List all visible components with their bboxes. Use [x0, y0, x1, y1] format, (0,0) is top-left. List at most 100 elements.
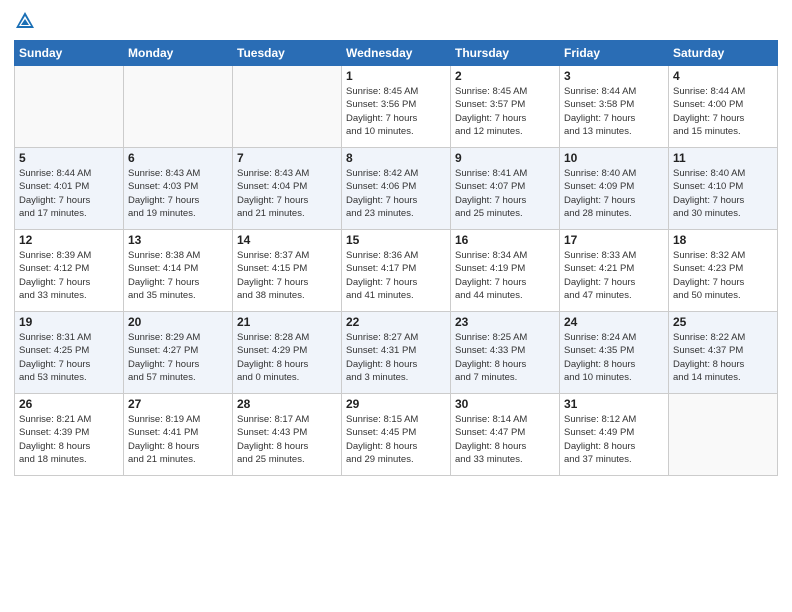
day-number: 27 [128, 397, 228, 411]
calendar-cell: 8Sunrise: 8:42 AM Sunset: 4:06 PM Daylig… [342, 148, 451, 230]
day-info: Sunrise: 8:15 AM Sunset: 4:45 PM Dayligh… [346, 413, 446, 466]
day-number: 2 [455, 69, 555, 83]
day-number: 19 [19, 315, 119, 329]
day-number: 24 [564, 315, 664, 329]
logo [14, 10, 38, 32]
calendar-cell: 27 Sunrise: 8:19 AM Sunset: 4:41 PM Dayli… [124, 394, 233, 476]
day-info: Sunrise: 8:39 AM Sunset: 4:12 PM Dayligh… [19, 249, 119, 302]
day-info: Sunrise: 8:44 AM Sunset: 4:01 PM Dayligh… [19, 167, 119, 220]
calendar-cell: 25 Sunrise: 8:22 AM Sunset: 4:37 PM Dayli… [669, 312, 778, 394]
day-number: 23 [455, 315, 555, 329]
day-info: Sunrise: 8:24 AM Sunset: 4:35 PM Dayligh… [564, 331, 664, 384]
calendar-cell: 23Sunrise: 8:25 AM Sunset: 4:33 PM Dayli… [451, 312, 560, 394]
day-info: Sunrise: 8:32 AM Sunset: 4:23 PM Dayligh… [673, 249, 773, 302]
day-number: 17 [564, 233, 664, 247]
calendar-cell: 19 Sunrise: 8:31 AM Sunset: 4:25 PM Dayli… [15, 312, 124, 394]
day-number: 21 [237, 315, 337, 329]
calendar-header-saturday: Saturday [669, 41, 778, 66]
calendar-cell [669, 394, 778, 476]
day-number: 6 [128, 151, 228, 165]
calendar-cell: 9 Sunrise: 8:41 AM Sunset: 4:07 PM Daylig… [451, 148, 560, 230]
day-number: 13 [128, 233, 228, 247]
calendar-cell [124, 66, 233, 148]
calendar-cell [15, 66, 124, 148]
day-info: Sunrise: 8:17 AM Sunset: 4:43 PM Dayligh… [237, 413, 337, 466]
day-info: Sunrise: 8:44 AM Sunset: 3:58 PM Dayligh… [564, 85, 664, 138]
calendar-cell [233, 66, 342, 148]
calendar-week-row: 5 Sunrise: 8:44 AM Sunset: 4:01 PM Daylig… [15, 148, 778, 230]
calendar-week-row: 19 Sunrise: 8:31 AM Sunset: 4:25 PM Dayli… [15, 312, 778, 394]
calendar-cell: 20Sunrise: 8:29 AM Sunset: 4:27 PM Dayli… [124, 312, 233, 394]
calendar-cell: 14 Sunrise: 8:37 AM Sunset: 4:15 PM Dayli… [233, 230, 342, 312]
day-number: 22 [346, 315, 446, 329]
calendar-week-row: 1 Sunrise: 8:45 AM Sunset: 3:56 PM Daylig… [15, 66, 778, 148]
day-info: Sunrise: 8:40 AM Sunset: 4:09 PM Dayligh… [564, 167, 664, 220]
day-number: 7 [237, 151, 337, 165]
day-number: 26 [19, 397, 119, 411]
day-number: 12 [19, 233, 119, 247]
calendar-cell: 26 Sunrise: 8:21 AM Sunset: 4:39 PM Dayli… [15, 394, 124, 476]
day-info: Sunrise: 8:14 AM Sunset: 4:47 PM Dayligh… [455, 413, 555, 466]
calendar-cell: 4 Sunrise: 8:44 AM Sunset: 4:00 PM Daylig… [669, 66, 778, 148]
calendar-cell: 3 Sunrise: 8:44 AM Sunset: 3:58 PM Daylig… [560, 66, 669, 148]
calendar-cell: 18 Sunrise: 8:32 AM Sunset: 4:23 PM Dayli… [669, 230, 778, 312]
calendar-week-row: 26 Sunrise: 8:21 AM Sunset: 4:39 PM Dayli… [15, 394, 778, 476]
day-info: Sunrise: 8:42 AM Sunset: 4:06 PM Dayligh… [346, 167, 446, 220]
calendar-cell: 31Sunrise: 8:12 AM Sunset: 4:49 PM Dayli… [560, 394, 669, 476]
day-number: 25 [673, 315, 773, 329]
day-info: Sunrise: 8:21 AM Sunset: 4:39 PM Dayligh… [19, 413, 119, 466]
calendar: SundayMondayTuesdayWednesdayThursdayFrid… [14, 40, 778, 476]
day-number: 11 [673, 151, 773, 165]
day-info: Sunrise: 8:19 AM Sunset: 4:41 PM Dayligh… [128, 413, 228, 466]
calendar-header-friday: Friday [560, 41, 669, 66]
day-info: Sunrise: 8:45 AM Sunset: 3:57 PM Dayligh… [455, 85, 555, 138]
calendar-header-monday: Monday [124, 41, 233, 66]
day-number: 14 [237, 233, 337, 247]
calendar-cell: 5 Sunrise: 8:44 AM Sunset: 4:01 PM Daylig… [15, 148, 124, 230]
day-number: 9 [455, 151, 555, 165]
calendar-cell: 6 Sunrise: 8:43 AM Sunset: 4:03 PM Daylig… [124, 148, 233, 230]
calendar-header-thursday: Thursday [451, 41, 560, 66]
day-info: Sunrise: 8:29 AM Sunset: 4:27 PM Dayligh… [128, 331, 228, 384]
day-info: Sunrise: 8:12 AM Sunset: 4:49 PM Dayligh… [564, 413, 664, 466]
calendar-cell: 11 Sunrise: 8:40 AM Sunset: 4:10 PM Dayli… [669, 148, 778, 230]
day-info: Sunrise: 8:38 AM Sunset: 4:14 PM Dayligh… [128, 249, 228, 302]
day-info: Sunrise: 8:40 AM Sunset: 4:10 PM Dayligh… [673, 167, 773, 220]
day-info: Sunrise: 8:34 AM Sunset: 4:19 PM Dayligh… [455, 249, 555, 302]
calendar-header-row: SundayMondayTuesdayWednesdayThursdayFrid… [15, 41, 778, 66]
day-number: 3 [564, 69, 664, 83]
day-info: Sunrise: 8:28 AM Sunset: 4:29 PM Dayligh… [237, 331, 337, 384]
day-info: Sunrise: 8:36 AM Sunset: 4:17 PM Dayligh… [346, 249, 446, 302]
day-number: 1 [346, 69, 446, 83]
day-info: Sunrise: 8:44 AM Sunset: 4:00 PM Dayligh… [673, 85, 773, 138]
calendar-cell: 1 Sunrise: 8:45 AM Sunset: 3:56 PM Daylig… [342, 66, 451, 148]
day-info: Sunrise: 8:41 AM Sunset: 4:07 PM Dayligh… [455, 167, 555, 220]
calendar-cell: 12 Sunrise: 8:39 AM Sunset: 4:12 PM Dayli… [15, 230, 124, 312]
day-info: Sunrise: 8:31 AM Sunset: 4:25 PM Dayligh… [19, 331, 119, 384]
day-info: Sunrise: 8:45 AM Sunset: 3:56 PM Dayligh… [346, 85, 446, 138]
day-info: Sunrise: 8:37 AM Sunset: 4:15 PM Dayligh… [237, 249, 337, 302]
day-number: 5 [19, 151, 119, 165]
header [14, 10, 778, 32]
calendar-week-row: 12 Sunrise: 8:39 AM Sunset: 4:12 PM Dayli… [15, 230, 778, 312]
logo-icon [14, 10, 36, 32]
calendar-header-sunday: Sunday [15, 41, 124, 66]
day-number: 28 [237, 397, 337, 411]
calendar-cell: 22 Sunrise: 8:27 AM Sunset: 4:31 PM Dayli… [342, 312, 451, 394]
calendar-cell: 16Sunrise: 8:34 AM Sunset: 4:19 PM Dayli… [451, 230, 560, 312]
day-number: 4 [673, 69, 773, 83]
page: SundayMondayTuesdayWednesdayThursdayFrid… [0, 0, 792, 612]
day-info: Sunrise: 8:43 AM Sunset: 4:03 PM Dayligh… [128, 167, 228, 220]
calendar-cell: 28 Sunrise: 8:17 AM Sunset: 4:43 PM Dayli… [233, 394, 342, 476]
day-number: 10 [564, 151, 664, 165]
day-info: Sunrise: 8:27 AM Sunset: 4:31 PM Dayligh… [346, 331, 446, 384]
day-number: 15 [346, 233, 446, 247]
calendar-cell: 7Sunrise: 8:43 AM Sunset: 4:04 PM Daylig… [233, 148, 342, 230]
day-number: 18 [673, 233, 773, 247]
day-info: Sunrise: 8:22 AM Sunset: 4:37 PM Dayligh… [673, 331, 773, 384]
calendar-cell: 17Sunrise: 8:33 AM Sunset: 4:21 PM Dayli… [560, 230, 669, 312]
calendar-cell: 21 Sunrise: 8:28 AM Sunset: 4:29 PM Dayli… [233, 312, 342, 394]
calendar-cell: 15 Sunrise: 8:36 AM Sunset: 4:17 PM Dayli… [342, 230, 451, 312]
calendar-cell: 24 Sunrise: 8:24 AM Sunset: 4:35 PM Dayli… [560, 312, 669, 394]
calendar-cell: 10 Sunrise: 8:40 AM Sunset: 4:09 PM Dayli… [560, 148, 669, 230]
